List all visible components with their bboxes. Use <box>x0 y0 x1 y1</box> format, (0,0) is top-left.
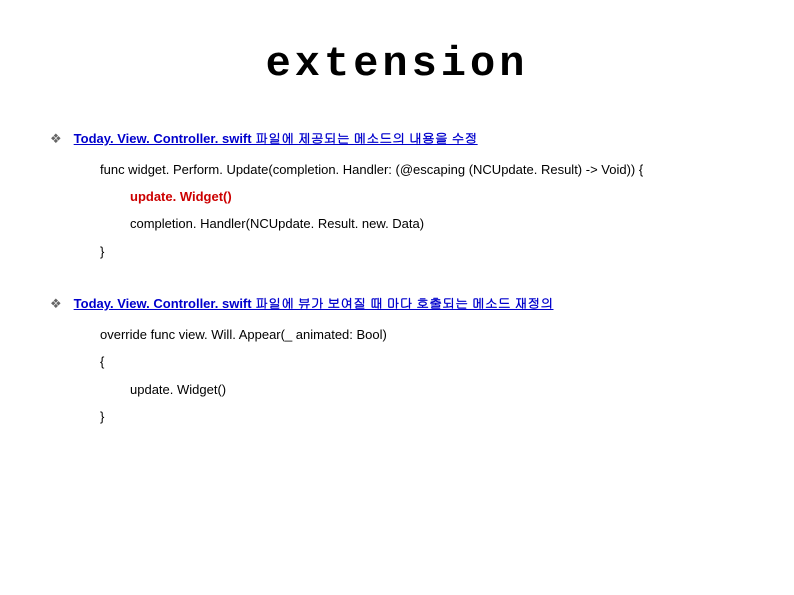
code-line: } <box>100 238 744 265</box>
bullet-row: ❖ Today. View. Controller. swift 파일에 뷰가 … <box>50 293 744 313</box>
code-line: func widget. Perform. Update(completion.… <box>100 156 744 183</box>
code-line: { <box>100 348 744 375</box>
code-block: override func view. Will. Appear(_ anima… <box>100 321 744 430</box>
code-line: override func view. Will. Appear(_ anima… <box>100 321 744 348</box>
code-line: } <box>100 403 744 430</box>
bullet-row: ❖ Today. View. Controller. swift 파일에 제공되… <box>50 128 744 148</box>
section-heading: Today. View. Controller. swift 파일에 제공되는 … <box>74 128 478 147</box>
code-block: func widget. Perform. Update(completion.… <box>100 156 744 265</box>
code-line: update. Widget() <box>100 183 744 210</box>
slide-container: extension ❖ Today. View. Controller. swi… <box>0 0 794 595</box>
section-heading: Today. View. Controller. swift 파일에 뷰가 보여… <box>74 293 554 312</box>
section-2: ❖ Today. View. Controller. swift 파일에 뷰가 … <box>50 293 744 430</box>
diamond-bullet-icon: ❖ <box>50 296 62 313</box>
section-1: ❖ Today. View. Controller. swift 파일에 제공되… <box>50 128 744 265</box>
diamond-bullet-icon: ❖ <box>50 131 62 148</box>
code-line: update. Widget() <box>100 376 744 403</box>
slide-title: extension <box>50 40 744 88</box>
code-line: completion. Handler(NCUpdate. Result. ne… <box>100 210 744 237</box>
